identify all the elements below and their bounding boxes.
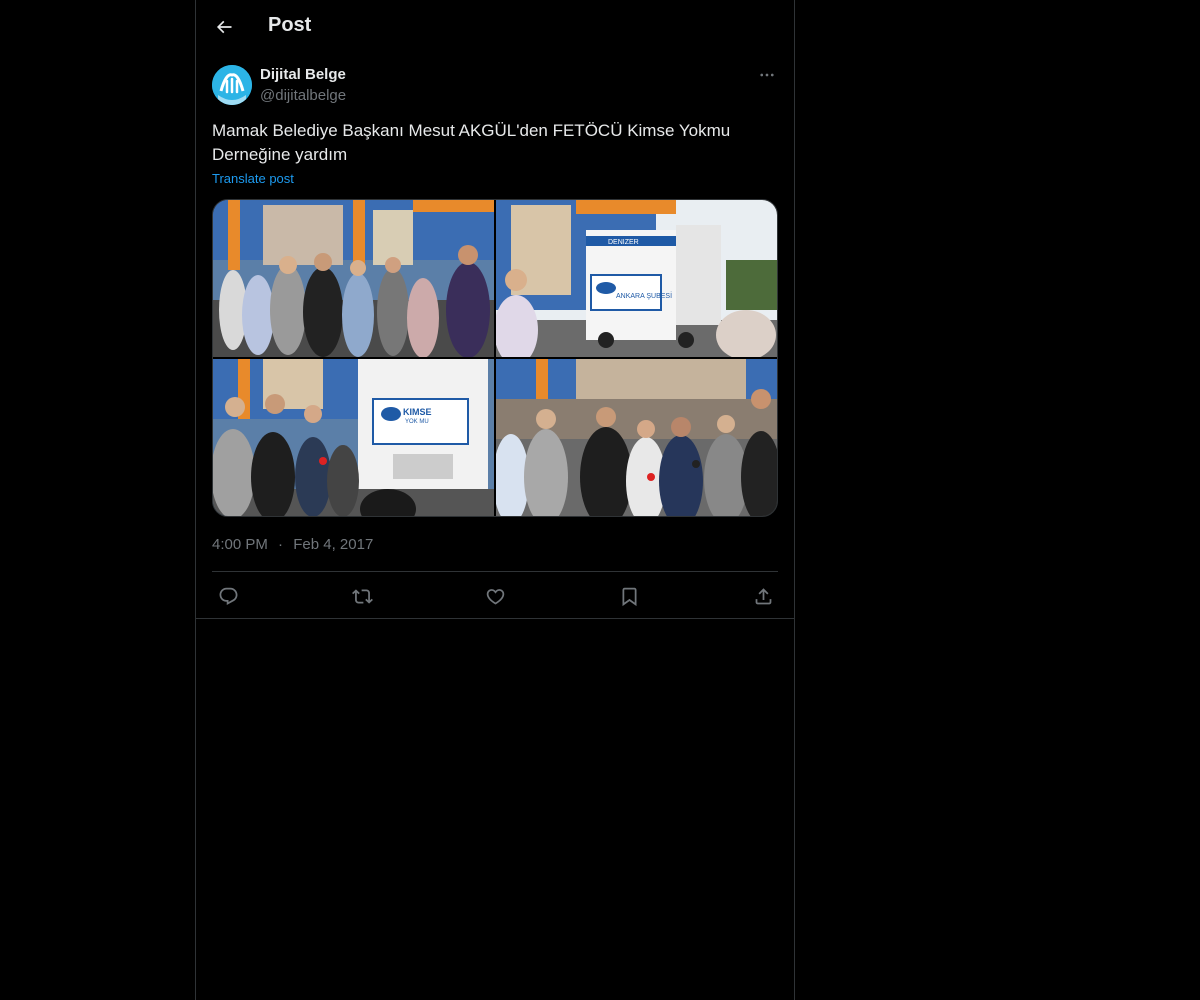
media-photo-2[interactable]: ANKARA ŞUBESİ DENIZER	[496, 200, 777, 357]
more-horizontal-icon	[760, 73, 774, 77]
media-photo-3[interactable]: KIMSE YOK MU	[213, 359, 494, 516]
bookmark-icon	[622, 587, 636, 606]
post-text: Mamak Belediye Başkanı Mesut AKGÜL'den F…	[212, 121, 731, 164]
primary-column: Post Dijital Belge @dijitalbelge Mamak B…	[195, 0, 795, 1000]
post-actions	[212, 581, 778, 611]
author-name[interactable]: Dijital Belge	[260, 66, 346, 83]
reply-icon	[219, 587, 237, 605]
translate-post-link[interactable]: Translate post	[212, 171, 294, 186]
truck-banner-text: ANKARA ŞUBESİ	[616, 291, 672, 300]
heart-icon	[486, 588, 504, 605]
post-date[interactable]: Feb 4, 2017	[293, 536, 373, 553]
bookmark-button[interactable]	[617, 584, 641, 608]
page-title: Post	[268, 14, 312, 36]
post-timestamp: 4:00 PM · Feb 4, 2017	[212, 536, 379, 553]
share-icon	[755, 587, 771, 604]
banner-yokmu-text: YOK MU	[405, 419, 429, 425]
like-button[interactable]	[483, 584, 507, 608]
post-media-grid: ANKARA ŞUBESİ DENIZER KIMSE YOK MU	[212, 199, 778, 517]
repost-button[interactable]	[350, 584, 374, 608]
avatar[interactable]	[212, 65, 252, 105]
share-button[interactable]	[751, 584, 775, 608]
repost-icon	[351, 588, 373, 604]
banner-kimse-text: KIMSE	[403, 407, 432, 417]
post-header: Post	[196, 0, 794, 54]
avatar-logo-icon	[212, 65, 252, 105]
media-photo-4[interactable]	[496, 359, 777, 516]
media-photo-1[interactable]	[213, 200, 494, 357]
arrow-left-icon	[216, 20, 232, 34]
post-author: Dijital Belge @dijitalbelge	[212, 65, 778, 105]
reply-button[interactable]	[216, 584, 240, 608]
more-button[interactable]	[756, 65, 778, 85]
back-button[interactable]	[210, 13, 238, 41]
post-time[interactable]: 4:00 PM	[212, 536, 268, 553]
divider-bottom	[196, 618, 794, 619]
divider	[212, 571, 778, 572]
author-handle[interactable]: @dijitalbelge	[260, 87, 346, 104]
truck-top-text: DENIZER	[608, 239, 639, 246]
meta-separator: ·	[278, 536, 284, 553]
